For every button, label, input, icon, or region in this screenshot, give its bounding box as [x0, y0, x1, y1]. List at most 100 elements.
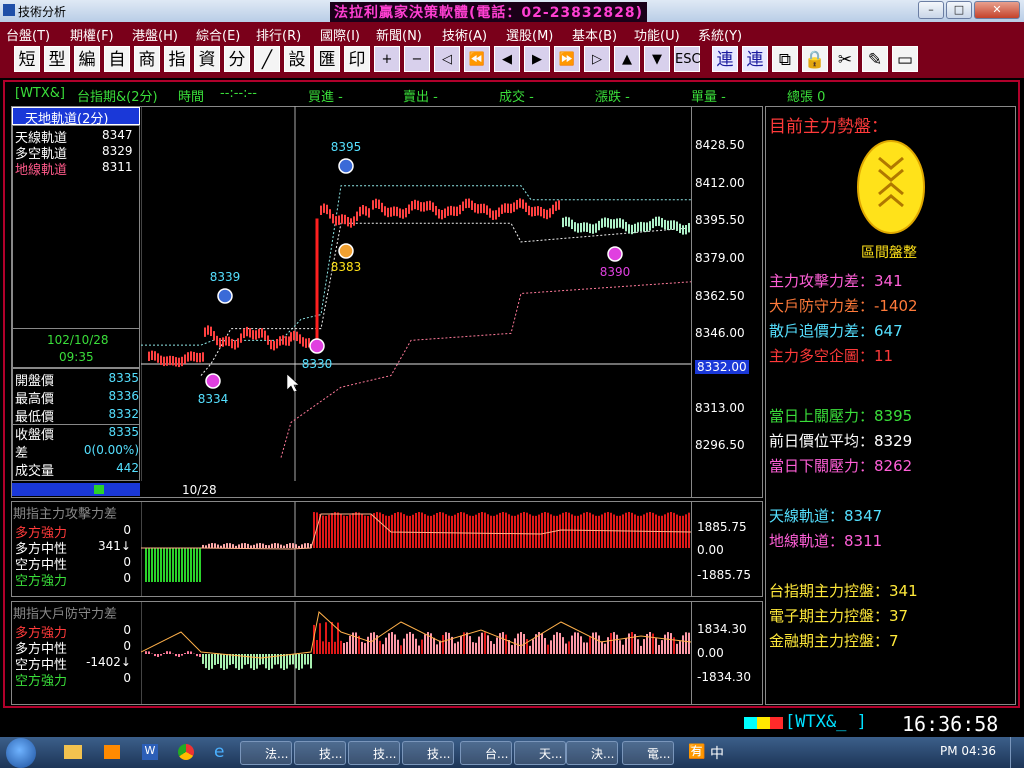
total-volume: 總張 0: [787, 90, 826, 105]
toolbar-button[interactable]: 連: [712, 46, 738, 72]
taskbar-window-button[interactable]: 法...: [240, 741, 292, 765]
language-indicator[interactable]: 中: [710, 743, 724, 763]
attack-bar: [289, 543, 291, 548]
attack-bar: [628, 512, 630, 548]
explorer-icon[interactable]: [64, 745, 82, 759]
toolbar-button[interactable]: 設: [284, 46, 310, 72]
defense-bar: [529, 645, 531, 654]
defense-bar: [154, 654, 156, 657]
ime-icon[interactable]: 🈶: [688, 744, 705, 760]
attack-bar: [499, 512, 501, 548]
scroll-thumb[interactable]: [94, 485, 104, 494]
toolbar-button[interactable]: 資: [194, 46, 220, 72]
start-button[interactable]: [6, 738, 36, 768]
defense-bar: [682, 635, 684, 654]
toolbar-button[interactable]: 印: [344, 46, 370, 72]
taskbar-window-button[interactable]: 決...: [566, 741, 618, 765]
window-title: 技術分析: [18, 5, 67, 19]
defense-bar: [274, 654, 276, 665]
price-tick: 8296.50: [695, 438, 745, 452]
toolbar-button[interactable]: 短: [14, 46, 40, 72]
toolbar-button[interactable]: ESC: [674, 46, 701, 72]
ohlc-value: 0(0.00%): [83, 443, 139, 457]
word-icon[interactable]: W: [142, 744, 158, 760]
system-clock[interactable]: PM 04:36: [940, 744, 996, 758]
sub2-row-value: 0: [123, 639, 131, 653]
price-tick: 8362.50: [695, 289, 745, 303]
defense-bar: [487, 635, 489, 654]
toolbar-button[interactable]: 型: [44, 46, 70, 72]
taskbar-window-button[interactable]: 技...: [294, 741, 346, 765]
toolbar-button[interactable]: 商: [134, 46, 160, 72]
price-tick: 8346.00: [695, 326, 745, 340]
close-button[interactable]: ✕: [974, 1, 1020, 19]
trend-badge: 區間盤整: [861, 245, 917, 261]
minimize-button[interactable]: –: [918, 1, 944, 19]
toolbar-button[interactable]: ▶: [524, 46, 550, 72]
toolbar-button[interactable]: +: [374, 46, 400, 72]
defense-chart[interactable]: [141, 602, 691, 704]
toolbar-button[interactable]: 🔒: [802, 46, 828, 72]
sub1-row-label: 空方強力: [15, 574, 68, 589]
toolbar-button[interactable]: 連: [742, 46, 768, 72]
toolbar-button[interactable]: ✂: [832, 46, 858, 72]
toolbar-button[interactable]: ▼: [644, 46, 670, 72]
date-axis-label: 10/28: [182, 483, 217, 497]
defense-bar: [598, 635, 600, 654]
price-tick: 8412.00: [695, 176, 745, 190]
attack-bar: [607, 512, 609, 548]
price-chart[interactable]: 8395 8383 8339 8330 8334 8390: [141, 106, 691, 481]
toolbar-button[interactable]: ⏩: [554, 46, 580, 72]
defense-bar: [583, 642, 585, 654]
toolbar-button[interactable]: 分: [224, 46, 250, 72]
status-color-swatch: [770, 717, 783, 729]
defense-bar: [580, 636, 582, 654]
defense-bar: [295, 654, 297, 669]
toolbar-button[interactable]: 指: [164, 46, 190, 72]
taskbar-window-button[interactable]: 技...: [402, 741, 454, 765]
attack-bar: [466, 514, 468, 548]
attack-bar: [403, 514, 405, 548]
chrome-icon[interactable]: [178, 744, 194, 760]
toolbar-button[interactable]: ◀: [494, 46, 520, 72]
taskbar-window-button[interactable]: 台...: [460, 741, 512, 765]
toolbar-button[interactable]: ▷: [584, 46, 610, 72]
show-desktop-button[interactable]: [1010, 737, 1024, 768]
defense-bar: [460, 635, 462, 654]
attack-bar: [331, 513, 333, 548]
toolbar-button[interactable]: ▲: [614, 46, 640, 72]
toolbar-button[interactable]: 匯: [314, 46, 340, 72]
toolbar-button[interactable]: 編: [74, 46, 100, 72]
toolbar-button[interactable]: 自: [104, 46, 130, 72]
toolbar-button[interactable]: ⧉: [772, 46, 798, 72]
defense-bar: [688, 632, 690, 654]
current-price-tag: 8332.00: [695, 360, 749, 374]
attack-axis-tick: 0.00: [697, 543, 724, 557]
toolbar-button[interactable]: ◁: [434, 46, 460, 72]
toolbar-button[interactable]: ▭: [892, 46, 918, 72]
maximize-button[interactable]: □: [946, 1, 972, 19]
attack-bar: [475, 514, 477, 548]
attack-bar: [157, 548, 159, 582]
sub2-row-value: -1402↓: [86, 655, 131, 669]
toolbar-button[interactable]: ✎: [862, 46, 888, 72]
toolbar-button[interactable]: ⏪: [464, 46, 490, 72]
defense-bar: [391, 632, 393, 654]
defense-bar: [643, 639, 645, 654]
main-workspace: [WTX&] 台指期&(2分) 時間 --:--:-- 買進 - 賣出 - 成交…: [3, 80, 1020, 708]
attack-chart[interactable]: [141, 502, 691, 596]
attack-bar: [343, 515, 345, 548]
toolbar-button[interactable]: −: [404, 46, 430, 72]
defense-bar: [508, 640, 510, 654]
taskbar-window-button[interactable]: 電...: [622, 741, 674, 765]
media-player-icon[interactable]: [104, 745, 120, 759]
scroll-track[interactable]: [12, 483, 140, 496]
status-color-swatch: [744, 717, 757, 729]
ie-icon[interactable]: e: [214, 742, 224, 762]
defense-bar: [184, 653, 186, 654]
attack-bar: [313, 512, 315, 548]
taskbar-window-button[interactable]: 技...: [348, 741, 400, 765]
taskbar-window-button[interactable]: 天...: [514, 741, 566, 765]
toolbar-button[interactable]: ╱: [254, 46, 280, 72]
defense-bar: [343, 642, 345, 654]
